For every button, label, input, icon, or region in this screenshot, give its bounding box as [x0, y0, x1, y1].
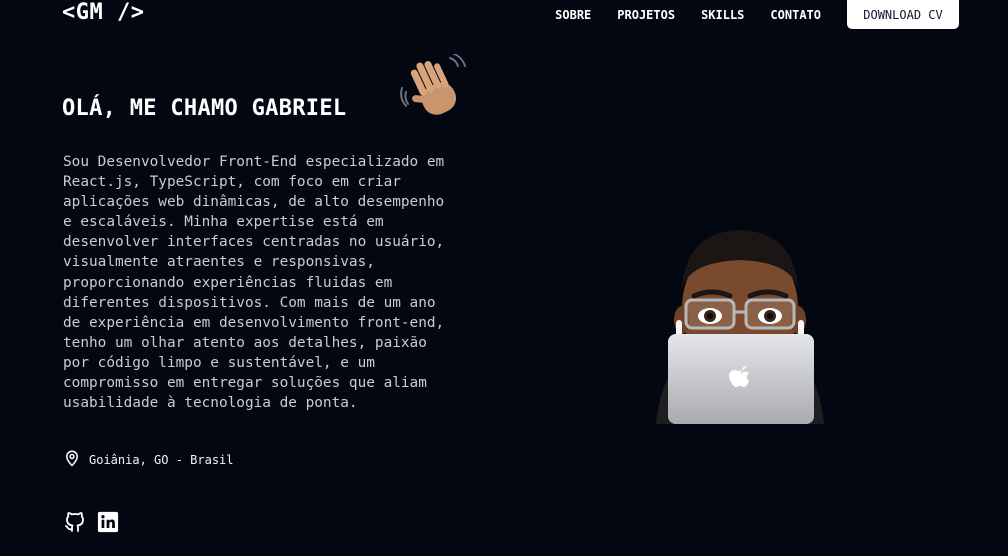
logo[interactable]: <GM />: [62, 0, 144, 26]
waving-hand-icon: [400, 53, 468, 118]
nav-projetos[interactable]: PROJETOS: [617, 8, 675, 22]
nav-contato[interactable]: CONTATO: [770, 8, 821, 22]
main-nav: SOBRE PROJETOS SKILLS CONTATO DOWNLOAD C…: [555, 0, 959, 29]
social-links: [63, 510, 129, 534]
linkedin-icon[interactable]: [97, 511, 119, 533]
memoji-laptop-avatar: [650, 228, 830, 426]
map-pin-icon: [63, 449, 89, 470]
nav-skills[interactable]: SKILLS: [701, 8, 744, 22]
nav-sobre[interactable]: SOBRE: [555, 8, 591, 22]
hero-greeting: OLÁ, ME CHAMO GABRIEL: [62, 96, 347, 121]
hero-bio: Sou Desenvolvedor Front-End especializad…: [63, 154, 445, 412]
download-cv-button[interactable]: DOWNLOAD CV: [847, 0, 959, 29]
github-icon[interactable]: [63, 510, 87, 534]
location-text: Goiânia, GO - Brasil: [89, 452, 234, 467]
location: Goiânia, GO - Brasil: [63, 449, 234, 470]
